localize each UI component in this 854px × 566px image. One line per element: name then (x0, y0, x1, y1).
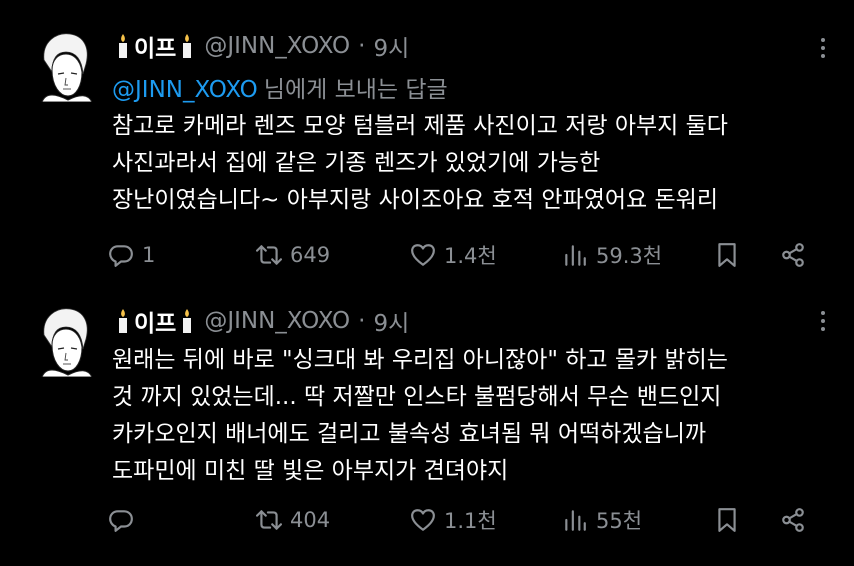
tweet[interactable]: 이프 @JINN_XOXO · 9시 @JINN_XOXO 님에게 보내는 답글 … (0, 0, 854, 285)
reply-count: 1 (142, 243, 156, 267)
views-icon (565, 510, 586, 531)
tweet-text-line: 장난이였습니다~ 아부지랑 사이조아요 호적 안파였어요 돈워리 (112, 187, 718, 213)
tweet-text: 참고로 카메라 렌즈 모양 텀블러 제품 사진이고 저랑 아부지 둘다 사진과라… (112, 108, 832, 219)
display-name[interactable]: 이프 (134, 304, 176, 338)
tweet-text-line: 도파민에 미친 딸 빛은 아부지가 견뎌야지 (112, 458, 509, 484)
more-icon[interactable] (818, 36, 828, 60)
tweet-header: 이프 @JINN_XOXO · 9시 (112, 305, 409, 337)
tweet-header: 이프 @JINN_XOXO · 9시 (112, 30, 409, 62)
retweet-count: 649 (290, 243, 331, 267)
retweet-icon (256, 510, 282, 530)
candle-icon (119, 34, 127, 58)
reply-mention-link[interactable]: @JINN_XOXO (112, 77, 258, 103)
like-button[interactable]: 1.4천 (410, 238, 497, 272)
retweet-icon (256, 245, 282, 265)
reply-button[interactable] (108, 503, 142, 537)
views-count: 59.3천 (596, 244, 663, 268)
candle-icon (183, 309, 192, 333)
reply-button[interactable]: 1 (108, 238, 155, 272)
user-handle[interactable]: @JINN_XOXO (204, 308, 350, 334)
more-icon[interactable] (818, 309, 828, 333)
like-count: 1.4천 (444, 244, 497, 268)
views-button[interactable]: 59.3천 (562, 238, 662, 272)
share-button[interactable] (780, 238, 814, 272)
tweet[interactable]: 이프 @JINN_XOXO · 9시 원래는 뒤에 바로 "싱크대 봐 우리집 … (0, 285, 854, 566)
action-bar: 1 649 1.4천 59.3천 (108, 238, 818, 272)
like-icon (411, 509, 435, 531)
like-button[interactable]: 1.1천 (410, 503, 497, 537)
retweet-button[interactable]: 404 (256, 503, 330, 537)
tweet-text-line: 카카오인지 배너에도 걸리고 불속성 효녀됨 뭐 어떡하겠습니까 (112, 421, 707, 447)
bookmark-icon (718, 508, 736, 532)
bookmark-icon (718, 243, 736, 267)
replying-to: @JINN_XOXO 님에게 보내는 답글 (112, 70, 448, 104)
tweet-text-line: 참고로 카메라 렌즈 모양 텀블러 제품 사진이고 저랑 아부지 둘다 (112, 113, 728, 139)
avatar[interactable] (36, 305, 92, 377)
retweet-button[interactable]: 649 (256, 238, 330, 272)
retweet-count: 404 (290, 508, 331, 532)
tweet-text: 원래는 뒤에 바로 "싱크대 봐 우리집 아니잖아" 하고 몰카 밝히는 것 까… (112, 342, 832, 490)
user-handle[interactable]: @JINN_XOXO (204, 33, 350, 59)
share-button[interactable] (780, 503, 814, 537)
display-name[interactable]: 이프 (134, 29, 176, 63)
share-icon (782, 508, 804, 532)
timestamp[interactable]: 9시 (373, 304, 409, 338)
views-count: 55천 (596, 509, 643, 533)
tweet-text-line: 것 까지 있었는데... 딱 저짤만 인스타 불펌당해서 무슨 밴드인지 (112, 384, 722, 410)
candle-icon (119, 309, 127, 333)
share-icon (782, 243, 804, 267)
candle-icon (183, 34, 192, 58)
views-icon (565, 245, 586, 266)
reply-label: 님에게 보내는 답글 (263, 77, 448, 103)
separator-dot: · (358, 308, 366, 334)
action-bar: 404 1.1천 55천 (108, 503, 818, 537)
tweet-text-line: 원래는 뒤에 바로 "싱크대 봐 우리집 아니잖아" 하고 몰카 밝히는 (112, 347, 728, 373)
timestamp[interactable]: 9시 (373, 29, 409, 63)
like-icon (411, 244, 435, 266)
like-count: 1.1천 (444, 509, 497, 533)
separator-dot: · (358, 33, 366, 59)
avatar[interactable] (36, 30, 92, 102)
reply-icon (109, 245, 133, 267)
bookmark-button[interactable] (714, 238, 748, 272)
views-button[interactable]: 55천 (562, 503, 642, 537)
bookmark-button[interactable] (714, 503, 748, 537)
tweet-text-line: 사진과라서 집에 같은 기종 렌즈가 있었기에 가능한 (112, 150, 601, 176)
reply-icon (109, 510, 133, 532)
